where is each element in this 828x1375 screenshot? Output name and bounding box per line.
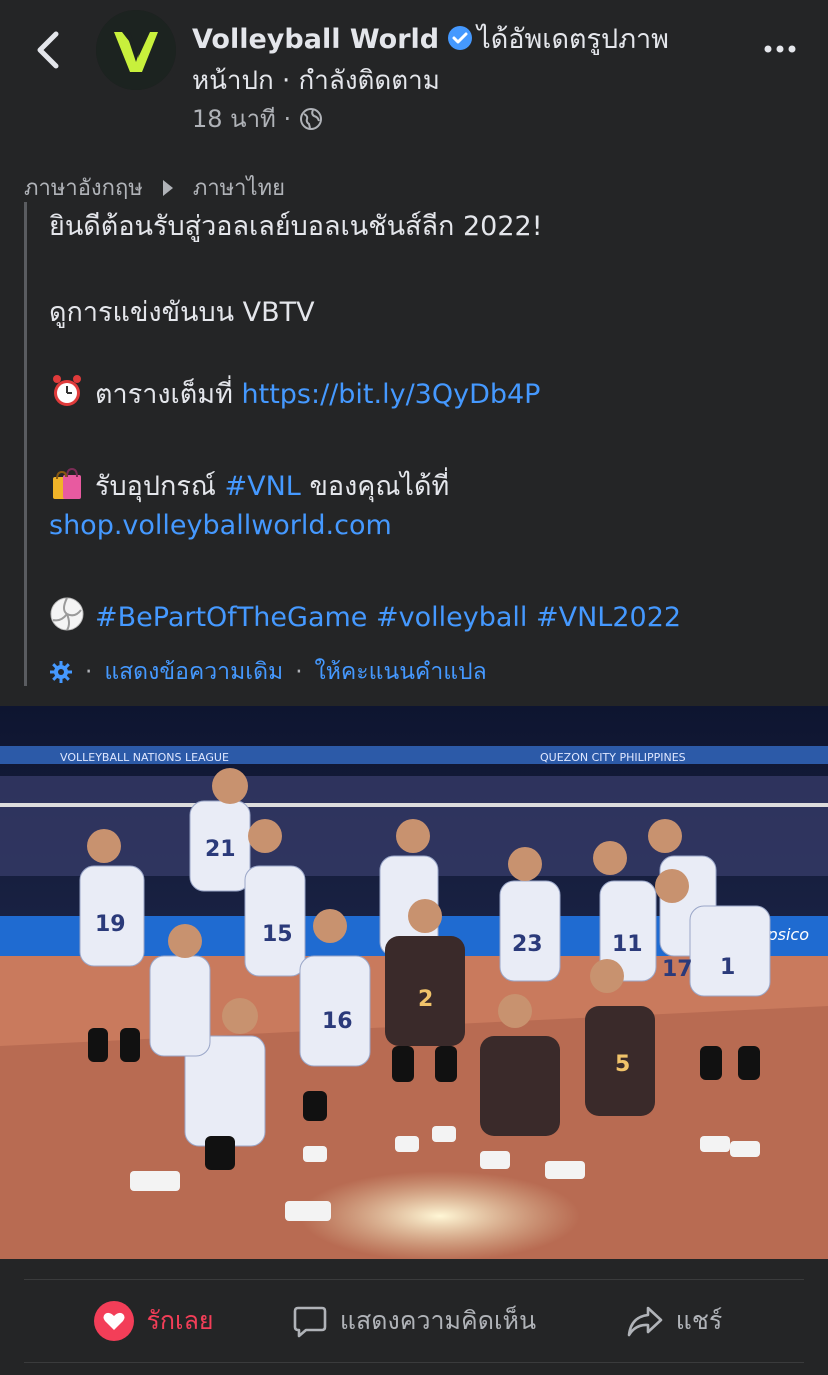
- photo-banner-left: VOLLEYBALL NATIONS LEAGUE: [60, 751, 229, 764]
- heart-icon: [94, 1301, 135, 1341]
- post-photo[interactable]: VOLLEYBALL NATIONS LEAGUE QUEZON CITY PH…: [0, 706, 828, 1259]
- post-line: ดูการแข่งขันบน VBTV: [49, 297, 315, 328]
- settings-gear-icon[interactable]: [49, 660, 73, 684]
- target-language: ภาษาไทย: [192, 176, 285, 201]
- more-icon[interactable]: [762, 34, 798, 64]
- post-text-block: ยินดีต้อนรับสู่วอลเลย์บอลเนชันส์ลีก 2022…: [24, 202, 807, 686]
- post-line-schedule: ตารางเต็มที่ https://bit.ly/3QyDb4P: [49, 372, 540, 415]
- jersey-number: 1: [720, 955, 735, 980]
- love-button[interactable]: รักเลย: [24, 1280, 284, 1362]
- love-label: รักเลย: [146, 1306, 214, 1335]
- separator: ·: [295, 659, 303, 685]
- team-photo-illustration: VOLLEYBALL NATIONS LEAGUE QUEZON CITY PH…: [0, 706, 828, 1259]
- separator: ·: [85, 659, 93, 685]
- header-subline: หน้าปก · กำลังติดตาม: [192, 66, 440, 96]
- post-header: Volleyball World ได้อัพเดตรูปภาพ หน้าปก ·…: [0, 0, 828, 160]
- share-icon: [627, 1306, 663, 1337]
- shopping-bags-icon: [53, 467, 81, 499]
- post-line: ยินดีต้อนรับสู่วอลเลย์บอลเนชันส์ลีก 2022…: [49, 211, 543, 242]
- hashtag[interactable]: #BePartOfTheGame: [95, 602, 367, 633]
- jersey-number: 23: [512, 932, 543, 957]
- post-line-hashtags: #BePartOfTheGame #volleyball #VNL2022: [49, 596, 681, 633]
- jersey-number: 5: [615, 1052, 630, 1077]
- alarm-clock-icon: [53, 375, 81, 406]
- globe-icon: [300, 108, 323, 130]
- jersey-number: 19: [95, 912, 126, 937]
- jersey-number: 17: [662, 957, 693, 982]
- arrow-right-icon: [162, 179, 173, 196]
- schedule-link[interactable]: https://bit.ly/3QyDb4P: [242, 379, 541, 410]
- jersey-number: 2: [418, 987, 433, 1012]
- post-time[interactable]: 18 นาที ·: [192, 102, 291, 136]
- header-action: ได้อัพเดตรูปภาพ: [477, 24, 669, 55]
- comment-button[interactable]: แสดงความคิดเห็น: [284, 1280, 544, 1362]
- shop-link[interactable]: shop.volleyballworld.com: [49, 510, 392, 541]
- comment-label: แสดงความคิดเห็น: [339, 1306, 537, 1335]
- share-button[interactable]: แชร์: [544, 1280, 804, 1362]
- share-label: แชร์: [675, 1306, 723, 1335]
- photo-banner-right: QUEZON CITY PHILIPPINES: [540, 751, 686, 764]
- verified-badge-icon: [448, 26, 473, 50]
- gear-suffix: ของคุณได้ที่: [309, 471, 450, 502]
- rate-translation-link[interactable]: ให้คะแนนคำแปล: [315, 654, 487, 690]
- volleyball-world-logo-icon: [96, 10, 176, 90]
- hashtag[interactable]: #volleyball: [376, 602, 527, 633]
- reaction-bar: รักเลย แสดงความคิดเห็น แชร์: [24, 1279, 804, 1363]
- header-title: Volleyball World ได้อัพเดตรูปภาพ: [192, 22, 712, 58]
- post-meta: 18 นาที ·: [192, 102, 323, 136]
- jersey-number: 21: [205, 837, 236, 862]
- show-original-link[interactable]: แสดงข้อความเดิม: [104, 654, 283, 690]
- gear-prefix: รับอุปกรณ์: [95, 471, 216, 502]
- translation-bar: ภาษาอังกฤษ ภาษาไทย: [24, 170, 285, 205]
- translation-footer: · แสดงข้อความเดิม · ให้คะแนนคำแปล: [49, 654, 487, 690]
- source-language: ภาษาอังกฤษ: [24, 176, 143, 201]
- volleyball-icon: [50, 597, 84, 631]
- vnl-hashtag[interactable]: #VNL: [225, 471, 301, 502]
- page-name[interactable]: Volleyball World: [192, 24, 439, 55]
- back-arrow-icon[interactable]: [28, 28, 68, 72]
- schedule-prefix: ตารางเต็มที่: [95, 379, 233, 410]
- comment-icon: [293, 1306, 327, 1338]
- hashtag[interactable]: #VNL2022: [536, 602, 681, 633]
- jersey-number: 16: [322, 1009, 353, 1034]
- jersey-number: 15: [262, 922, 293, 947]
- jersey-number: 11: [612, 932, 643, 957]
- post-line-gear: รับอุปกรณ์ #VNL ของคุณได้ที่: [49, 464, 449, 507]
- page-avatar[interactable]: [96, 10, 176, 90]
